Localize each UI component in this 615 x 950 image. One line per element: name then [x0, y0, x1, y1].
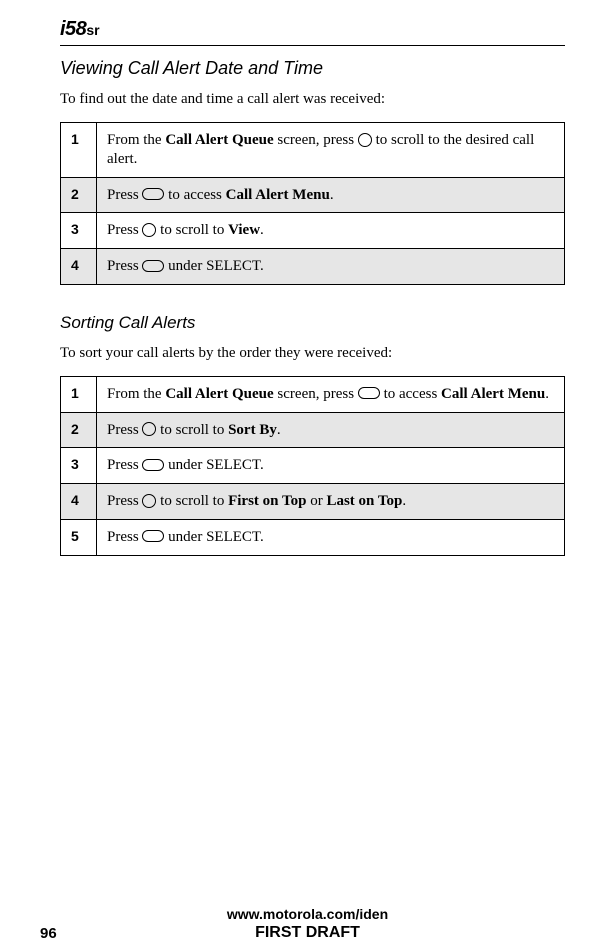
step-text: Press to scroll to First on Top or Last … — [97, 484, 565, 520]
step-number: 4 — [61, 484, 97, 520]
soft-key-icon — [142, 260, 164, 272]
model-logo: i58sr — [60, 18, 565, 41]
step-number: 1 — [61, 123, 97, 178]
table-row: 4 Press to scroll to First on Top or Las… — [61, 484, 565, 520]
menu-key-icon — [358, 387, 380, 399]
steps-table: 1 From the Call Alert Queue screen, pres… — [60, 376, 565, 556]
step-number: 2 — [61, 412, 97, 448]
table-row: 1 From the Call Alert Queue screen, pres… — [61, 123, 565, 178]
draft-label: FIRST DRAFT — [0, 924, 615, 942]
table-row: 5 Press under SELECT. — [61, 519, 565, 555]
step-number: 5 — [61, 519, 97, 555]
table-row: 3 Press under SELECT. — [61, 448, 565, 484]
section-intro: To sort your call alerts by the order th… — [60, 345, 565, 362]
step-text: Press to access Call Alert Menu. — [97, 177, 565, 213]
step-number: 1 — [61, 376, 97, 412]
header-rule — [60, 45, 565, 46]
section-intro: To find out the date and time a call ale… — [60, 91, 565, 108]
nav-key-icon — [358, 133, 372, 147]
step-text: From the Call Alert Queue screen, press … — [97, 376, 565, 412]
step-number: 4 — [61, 249, 97, 285]
step-text: Press to scroll to Sort By. — [97, 412, 565, 448]
steps-table: 1 From the Call Alert Queue screen, pres… — [60, 122, 565, 285]
nav-key-icon — [142, 223, 156, 237]
step-number: 3 — [61, 448, 97, 484]
section-heading: Viewing Call Alert Date and Time — [60, 58, 565, 79]
table-row: 2 Press to scroll to Sort By. — [61, 412, 565, 448]
footer-url: www.motorola.com/iden — [0, 906, 615, 922]
table-row: 3 Press to scroll to View. — [61, 213, 565, 249]
step-number: 3 — [61, 213, 97, 249]
soft-key-icon — [142, 530, 164, 542]
step-text: From the Call Alert Queue screen, press … — [97, 123, 565, 178]
menu-key-icon — [142, 188, 164, 200]
soft-key-icon — [142, 459, 164, 471]
model-suffix: sr — [86, 22, 99, 38]
document-page: i58sr Viewing Call Alert Date and Time T… — [0, 0, 615, 950]
step-text: Press under SELECT. — [97, 249, 565, 285]
step-text: Press to scroll to View. — [97, 213, 565, 249]
step-text: Press under SELECT. — [97, 448, 565, 484]
nav-key-icon — [142, 494, 156, 508]
step-number: 2 — [61, 177, 97, 213]
model-name: i58 — [60, 18, 86, 40]
section-heading: Sorting Call Alerts — [60, 313, 565, 333]
nav-key-icon — [142, 422, 156, 436]
step-text: Press under SELECT. — [97, 519, 565, 555]
table-row: 2 Press to access Call Alert Menu. — [61, 177, 565, 213]
table-row: 4 Press under SELECT. — [61, 249, 565, 285]
table-row: 1 From the Call Alert Queue screen, pres… — [61, 376, 565, 412]
